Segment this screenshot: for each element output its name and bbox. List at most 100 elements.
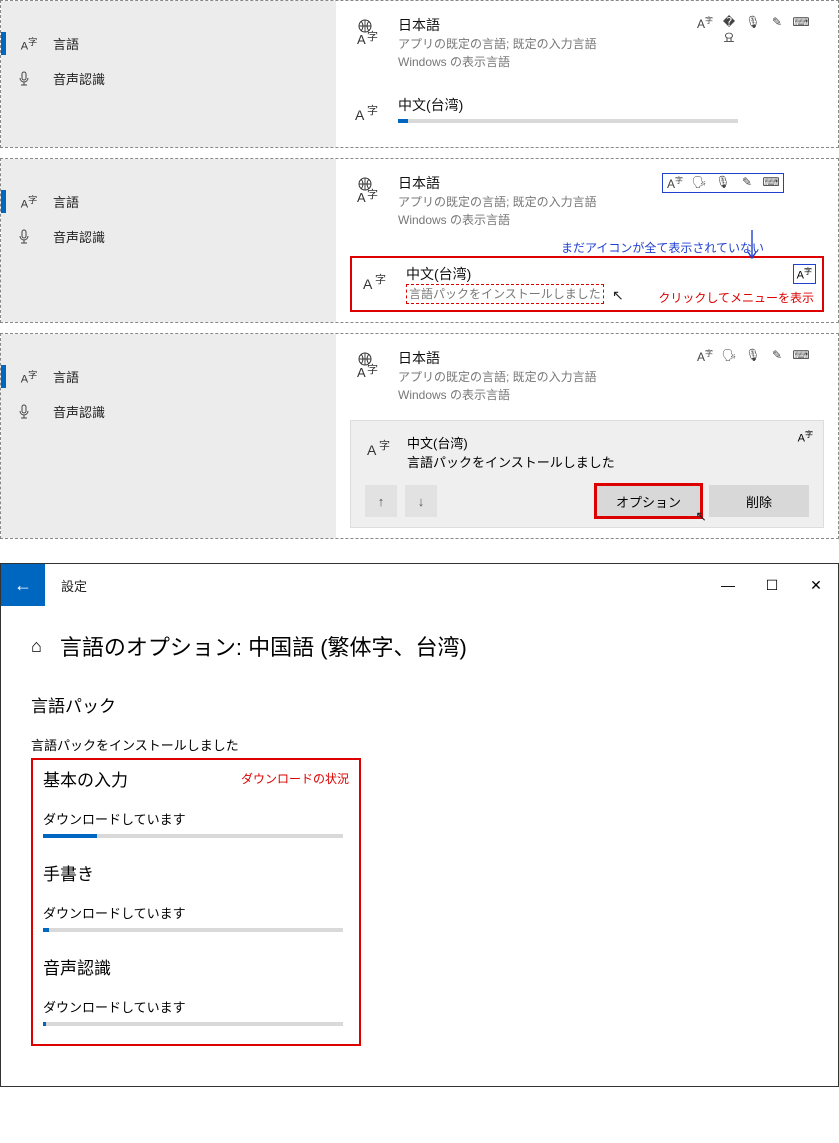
single-feature-icon: A字 bbox=[793, 264, 816, 284]
main-panel: A字 日本語 アプリの既定の言語; 既定の入力言語 Windows の表示言語 … bbox=[336, 334, 838, 538]
sidebar-item-label: 言語 bbox=[53, 367, 79, 386]
panel-3: A字 言語 音声認識 A字 日本語 アプリの既定の言語; 既定の入力言語 Win… bbox=[0, 333, 839, 539]
language-globe-icon: A字 bbox=[350, 15, 386, 51]
window-title: 設定 bbox=[45, 576, 706, 595]
minimize-button[interactable]: — bbox=[706, 564, 750, 606]
language-row-japanese[interactable]: A字 日本語 アプリの既定の言語; 既定の入力言語 Windows の表示言語 … bbox=[350, 169, 824, 235]
single-feature-icon: A字 bbox=[798, 429, 813, 445]
language-title: 中文(台湾) bbox=[406, 264, 604, 284]
button-row: ↑ ↓ オプション 削除 bbox=[365, 485, 809, 517]
window-content: ⌂ 言語のオプション: 中国語 (繁体字、台湾) 言語パック 言語パックをインス… bbox=[1, 606, 838, 1086]
titlebar: ← 設定 — ☐ ✕ bbox=[1, 564, 838, 606]
svg-text:A: A bbox=[363, 276, 373, 292]
sidebar-item-speech[interactable]: 音声認識 bbox=[1, 394, 336, 429]
language-sub: Windows の表示言語 bbox=[398, 53, 597, 71]
language-globe-icon: A字 bbox=[350, 173, 386, 209]
tts-icon: 🗣 bbox=[690, 175, 708, 191]
keyboard-icon: ⌨ bbox=[762, 175, 780, 191]
main-panel: A字 日本語 アプリの既定の言語; 既定の入力言語 Windows の表示言語 … bbox=[336, 1, 838, 147]
language-sub: アプリの既定の言語; 既定の入力言語 bbox=[398, 35, 597, 53]
options-button[interactable]: オプション bbox=[596, 485, 701, 517]
sidebar: A字 言語 音声認識 bbox=[1, 1, 336, 147]
feature-icons: A字 🗣 🎙 ✎ ⌨ bbox=[696, 348, 810, 364]
back-button[interactable]: ← bbox=[1, 564, 45, 606]
language-row-chinese-selected[interactable]: A字 中文(台湾) 言語パックをインストールしました A字 ↑ ↓ オプション … bbox=[350, 420, 824, 528]
sidebar: A字 言語 音声認識 bbox=[1, 334, 336, 538]
cursor-icon: ↖ bbox=[695, 508, 707, 525]
home-icon[interactable]: ⌂ bbox=[31, 636, 42, 657]
mic-icon: 🎙 bbox=[744, 348, 762, 364]
window-buttons: — ☐ ✕ bbox=[706, 564, 838, 606]
feature-icons: A字 �요 🎙 ✎ ⌨ bbox=[696, 15, 810, 46]
sidebar-item-language[interactable]: A字 言語 bbox=[1, 26, 336, 61]
sidebar-item-language[interactable]: A字 言語 bbox=[1, 184, 336, 219]
language-row-chinese-highlighted[interactable]: A字 中文(台湾) 言語パックをインストールしました ↖ クリックしてメニューを… bbox=[350, 256, 824, 312]
language-az-icon: A字 bbox=[365, 433, 395, 463]
svg-text:A: A bbox=[357, 32, 366, 47]
options-window: ← 設定 — ☐ ✕ ⌂ 言語のオプション: 中国語 (繁体字、台湾) 言語パッ… bbox=[0, 563, 839, 1087]
install-progress bbox=[398, 119, 738, 123]
maximize-button[interactable]: ☐ bbox=[750, 564, 794, 606]
tts-icon: 🗣 bbox=[720, 348, 738, 364]
svg-text:A: A bbox=[357, 190, 366, 205]
section-heading: 基本の入力 bbox=[43, 766, 128, 791]
language-title: 日本語 bbox=[398, 348, 597, 368]
keyboard-icon: ⌨ bbox=[792, 348, 810, 364]
langpack-section: 言語パック 言語パックをインストールしました bbox=[31, 692, 808, 754]
language-row-chinese[interactable]: A字 中文(台湾) bbox=[350, 91, 824, 137]
svg-text:A: A bbox=[355, 107, 365, 123]
mic-icon bbox=[17, 71, 41, 87]
language-title: 中文(台湾) bbox=[398, 95, 738, 115]
move-down-button[interactable]: ↓ bbox=[405, 485, 437, 517]
pen-icon: ✎ bbox=[768, 15, 786, 46]
svg-text:字: 字 bbox=[379, 438, 390, 452]
main-panel: A字 日本語 アプリの既定の言語; 既定の入力言語 Windows の表示言語 … bbox=[336, 159, 838, 322]
download-status: ダウンロードしています bbox=[43, 997, 349, 1016]
close-button[interactable]: ✕ bbox=[794, 564, 838, 606]
svg-text:A: A bbox=[367, 442, 377, 458]
mic-icon: 🎙 bbox=[744, 15, 762, 46]
language-texts: 日本語 アプリの既定の言語; 既定の入力言語 Windows の表示言語 bbox=[398, 348, 597, 404]
panel-1: A字 言語 音声認識 A字 日本語 アプリの既定の言語; 既定の入力言語 Win… bbox=[0, 0, 839, 148]
move-up-button[interactable]: ↑ bbox=[365, 485, 397, 517]
svg-text:字: 字 bbox=[367, 187, 378, 201]
language-icon: A字 bbox=[17, 192, 41, 211]
arrow-blue bbox=[692, 228, 772, 268]
sidebar-item-speech[interactable]: 音声認識 bbox=[1, 219, 336, 254]
sidebar-item-speech[interactable]: 音声認識 bbox=[1, 61, 336, 96]
mic-icon bbox=[17, 404, 41, 420]
display-icon: A字 bbox=[666, 175, 684, 191]
mic-icon: 🎙 bbox=[714, 175, 732, 191]
pen-icon: ✎ bbox=[738, 175, 756, 191]
page-heading: 言語のオプション: 中国語 (繁体字、台湾) bbox=[60, 630, 467, 662]
sidebar-item-label: 音声認識 bbox=[53, 69, 105, 88]
keyboard-icon: ⌨ bbox=[792, 15, 810, 46]
sidebar: A字 言語 音声認識 bbox=[1, 159, 336, 322]
language-texts: 中文(台湾) 言語パックをインストールしました bbox=[407, 433, 615, 471]
download-status: ダウンロードしています bbox=[43, 809, 349, 828]
language-texts: 日本語 アプリの既定の言語; 既定の入力言語 Windows の表示言語 bbox=[398, 15, 597, 71]
language-title: 日本語 bbox=[398, 15, 597, 35]
svg-text:字: 字 bbox=[367, 103, 378, 117]
language-texts: 中文(台湾) 言語パックをインストールしました bbox=[406, 264, 604, 304]
panel-2: A字 言語 音声認識 A字 日本語 アプリの既定の言語; 既定の入力言語 Win… bbox=[0, 158, 839, 323]
language-row-japanese[interactable]: A字 日本語 アプリの既定の言語; 既定の入力言語 Windows の表示言語 … bbox=[350, 344, 824, 410]
remove-button[interactable]: 削除 bbox=[709, 485, 809, 517]
annotation-red: クリックしてメニューを表示 bbox=[658, 289, 814, 306]
display-icon: A字 bbox=[696, 348, 714, 364]
sidebar-item-label: 音声認識 bbox=[53, 227, 105, 246]
sidebar-item-language[interactable]: A字 言語 bbox=[1, 359, 336, 394]
language-az-icon: A字 bbox=[350, 95, 386, 131]
language-row-japanese[interactable]: A字 日本語 アプリの既定の言語; 既定の入力言語 Windows の表示言語 … bbox=[350, 11, 824, 77]
section-heading: 手書き bbox=[43, 860, 349, 885]
section-heading: 言語パック bbox=[31, 692, 808, 717]
section-heading: 音声認識 bbox=[43, 954, 349, 979]
language-globe-icon: A字 bbox=[350, 348, 386, 384]
annotation-red: ダウンロードの状況 bbox=[241, 770, 349, 787]
svg-text:A: A bbox=[357, 365, 366, 380]
mic-icon bbox=[17, 229, 41, 245]
sidebar-item-label: 言語 bbox=[53, 34, 79, 53]
langpack-status: 言語パックをインストールしました bbox=[31, 735, 808, 754]
display-icon: A字 bbox=[696, 15, 714, 46]
download-status: ダウンロードしています bbox=[43, 903, 349, 922]
